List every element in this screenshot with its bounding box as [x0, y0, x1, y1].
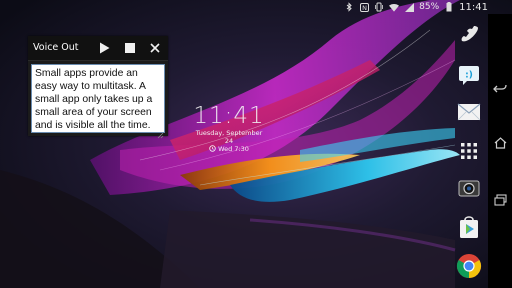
messaging-icon: :) — [459, 66, 479, 85]
battery-percent: 85% — [419, 2, 440, 12]
chrome-icon — [456, 254, 482, 278]
alarm-clock-icon — [209, 145, 216, 154]
clock-date: Tuesday, September 24 — [195, 129, 263, 145]
app-drawer-button[interactable] — [455, 137, 483, 165]
status-clock: 11:41 — [459, 1, 488, 13]
lockscreen-clock: 11:41 Tuesday, September 24 Wed 7:30 — [193, 103, 265, 154]
close-icon — [150, 43, 160, 53]
vibrate-icon — [374, 2, 384, 12]
voice-text-input[interactable]: Small apps provide an easy way to multit… — [31, 64, 165, 133]
stop-button[interactable] — [123, 41, 137, 55]
home-button[interactable] — [493, 136, 507, 150]
recents-icon — [493, 194, 507, 206]
android-screen: N 85% 11:41 11:41 Tuesday, September 24 … — [0, 0, 512, 288]
svg-text:N: N — [362, 4, 367, 12]
stop-icon — [125, 43, 135, 53]
battery-icon — [444, 2, 454, 12]
back-button[interactable] — [493, 82, 507, 96]
clock-time: 11:41 — [193, 103, 265, 129]
camera-icon — [458, 180, 480, 197]
recents-button[interactable] — [493, 193, 507, 207]
bluetooth-icon — [344, 2, 354, 12]
signal-icon — [404, 2, 414, 12]
small-app-titlebar[interactable]: Voice Out — [28, 36, 168, 61]
chrome-app[interactable] — [455, 252, 483, 280]
home-icon — [494, 137, 506, 149]
clock-alarm: Wed 7:30 — [193, 145, 265, 154]
nfc-icon: N — [359, 2, 369, 12]
alarm-time: Wed 7:30 — [218, 145, 249, 153]
phone-icon — [461, 26, 478, 42]
apps-drawer-icon — [461, 143, 477, 159]
svg-text::): :) — [465, 71, 473, 81]
play-store-app[interactable] — [455, 213, 483, 241]
phone-app[interactable] — [455, 20, 483, 48]
back-icon — [493, 84, 507, 93]
email-icon — [457, 103, 481, 121]
voice-out-small-app: Voice Out Small apps provide an easy way… — [28, 36, 168, 139]
resize-grip-icon[interactable] — [156, 124, 164, 139]
wifi-icon — [389, 2, 400, 12]
small-app-title: Voice Out — [33, 42, 79, 53]
camera-app[interactable] — [455, 174, 483, 202]
navigation-bar — [488, 14, 512, 288]
play-store-icon — [460, 216, 478, 238]
messaging-app[interactable]: :) — [455, 60, 483, 88]
close-button[interactable] — [148, 41, 162, 55]
play-button[interactable] — [97, 41, 111, 55]
play-icon — [99, 42, 109, 54]
status-bar: N 85% 11:41 — [0, 0, 512, 14]
email-app[interactable] — [455, 98, 483, 126]
